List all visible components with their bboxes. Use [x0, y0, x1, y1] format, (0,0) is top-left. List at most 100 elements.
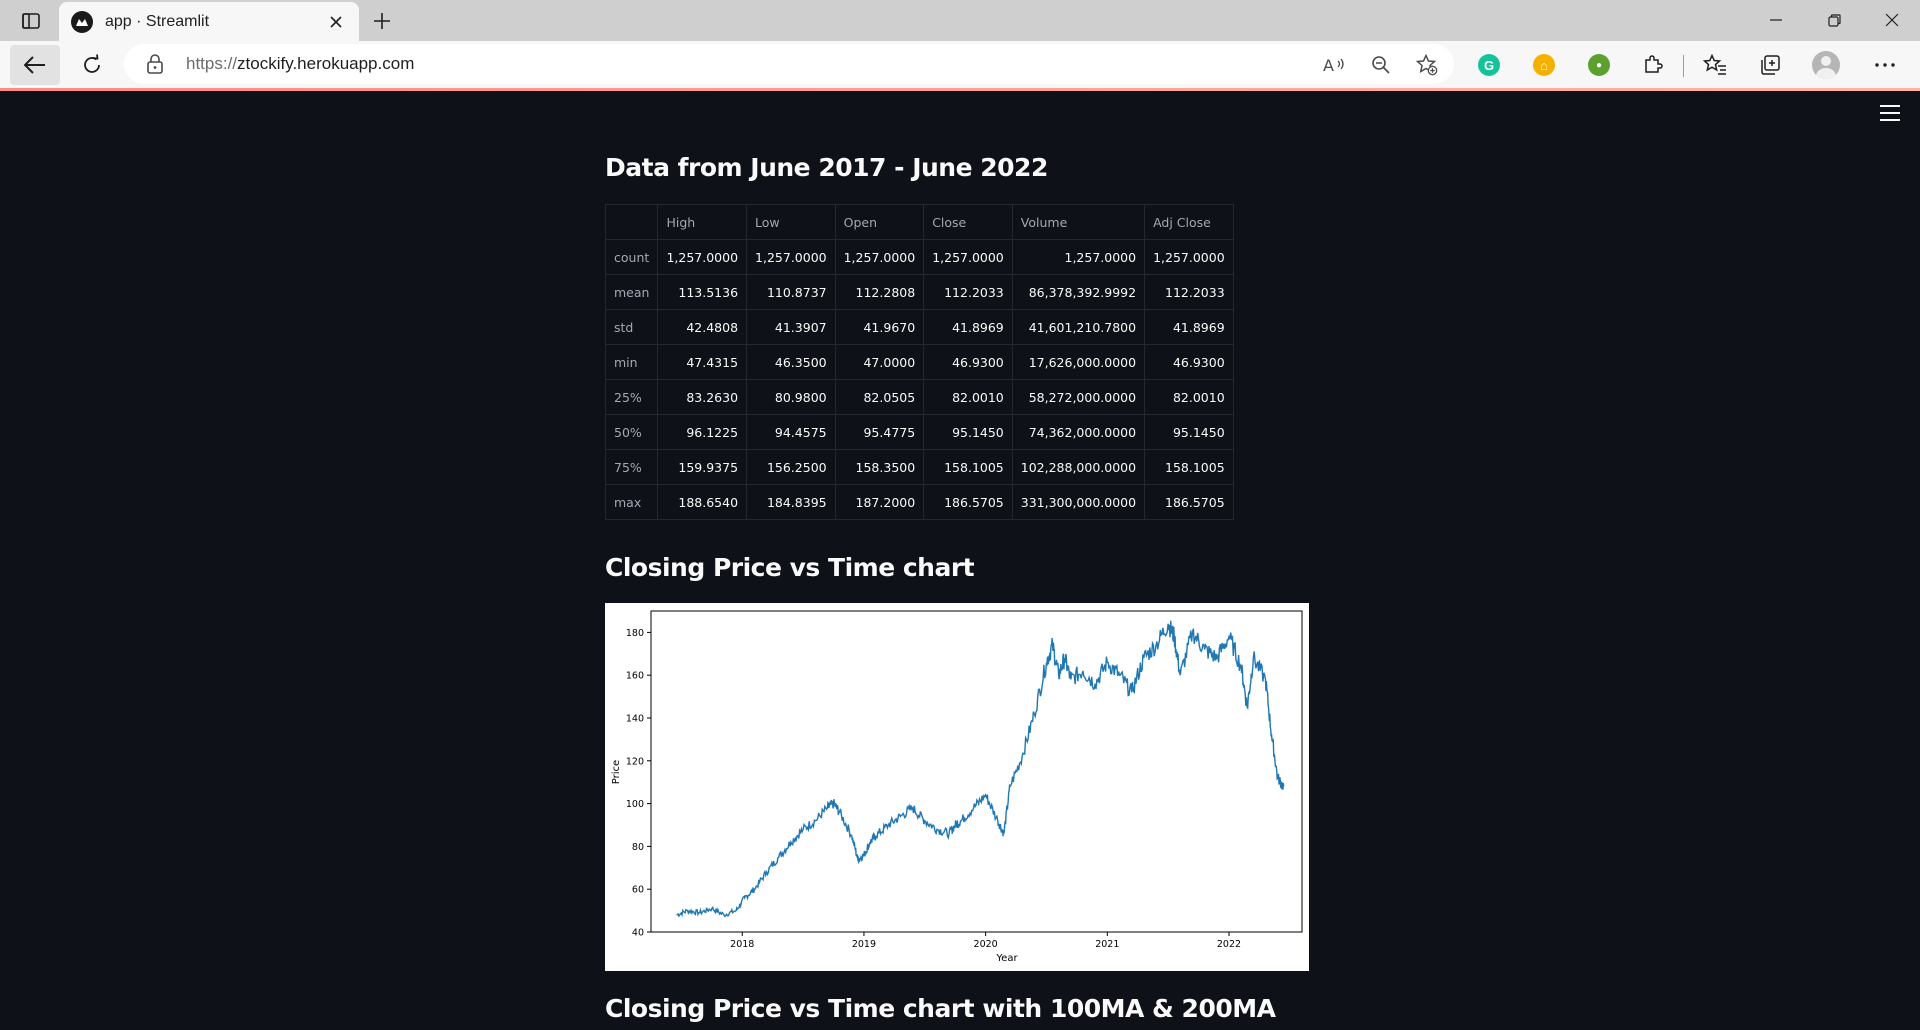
table-row: 75% 159.9375 156.2500 158.3500 158.1005 102,2…	[604, 449, 1234, 485]
column-header[interactable]: Open	[834, 204, 925, 240]
x-tick-label: 2022	[1217, 939, 1241, 950]
menu-line	[1880, 105, 1900, 107]
table-cell: 186.5705	[923, 484, 1013, 520]
table-cell: 46.9300	[1144, 344, 1234, 380]
minimize-window-icon[interactable]	[1748, 0, 1804, 40]
page-load-bar	[0, 88, 1920, 91]
close-window-icon[interactable]	[1864, 0, 1920, 40]
table-cell: 86,378,392.9992	[1011, 274, 1146, 310]
table-cell: 112.2033	[1144, 274, 1234, 310]
row-index-label: count	[604, 239, 659, 275]
y-axis: 40 60 80 100 120 140 160 180	[626, 628, 651, 939]
x-tick-label: 2019	[852, 939, 876, 950]
y-tick-label: 40	[632, 928, 644, 939]
table-row: count 1,257.0000 1,257.0000 1,257.0000 1,257…	[604, 239, 1234, 275]
address-bar[interactable]: https://ztockify.herokuapp.com A	[124, 44, 1454, 84]
table-cell: 186.5705	[1144, 484, 1234, 520]
y-tick-label: 120	[626, 756, 644, 767]
column-header[interactable]: Adj Close	[1144, 204, 1234, 240]
extensions-puzzle-icon[interactable]	[1638, 50, 1668, 80]
column-header[interactable]	[604, 204, 659, 240]
table-cell: 112.2808	[834, 274, 925, 310]
url-host: ztockify.herokuapp.com	[237, 54, 415, 73]
x-axis-label: Year	[995, 953, 1018, 964]
favorites-icon[interactable]	[1700, 50, 1730, 80]
table-cell: 41.8969	[1144, 309, 1234, 345]
green-extension-icon[interactable]: ●	[1584, 50, 1614, 80]
table-cell: 58,272,000.0000	[1011, 379, 1146, 415]
table-row: max 188.6540 184.8395 187.2000 186.5705 331,3…	[604, 484, 1234, 520]
url-text[interactable]: https://ztockify.herokuapp.com	[186, 54, 414, 74]
table-cell: 83.2630	[657, 379, 748, 415]
row-index-label: 25%	[604, 379, 659, 415]
table-cell: 112.2033	[923, 274, 1013, 310]
collections-icon[interactable]	[1755, 50, 1785, 80]
table-cell: 47.0000	[834, 344, 925, 380]
svg-text:A: A	[1323, 56, 1334, 75]
settings-more-icon[interactable]	[1870, 50, 1900, 80]
add-favorite-icon[interactable]	[1414, 52, 1440, 78]
table-cell: 95.4775	[834, 414, 925, 450]
table-row: min 47.4315 46.3500 47.0000 46.9300 17,626,00…	[604, 344, 1234, 380]
table-cell: 94.4575	[746, 414, 836, 450]
row-index-label: min	[604, 344, 659, 380]
row-index-label: mean	[604, 274, 659, 310]
profile-avatar[interactable]	[1811, 50, 1841, 80]
browser-toolbar: https://ztockify.herokuapp.com A G ⌂ ●	[0, 41, 1920, 88]
y-axis-label: Price	[611, 760, 622, 784]
table-row: 50% 96.1225 94.4575 95.4775 95.1450 74,362,00…	[604, 414, 1234, 450]
x-tick-label: 2021	[1095, 939, 1119, 950]
green-extension-badge: ●	[1588, 54, 1610, 76]
back-icon[interactable]	[10, 45, 60, 85]
column-header[interactable]: Close	[923, 204, 1013, 240]
x-tick-label: 2018	[730, 939, 754, 950]
table-cell: 158.1005	[923, 449, 1013, 485]
describe-table: High Low Open Close Volume Adj Close cou…	[604, 204, 1234, 520]
home-extension-badge: ⌂	[1533, 54, 1555, 76]
main-menu-icon[interactable]	[1880, 105, 1900, 121]
table-cell: 1,257.0000	[1011, 239, 1146, 275]
grammarly-extension-icon[interactable]: G	[1474, 50, 1504, 80]
home-extension-icon[interactable]: ⌂	[1529, 50, 1559, 80]
y-tick-label: 180	[626, 628, 644, 639]
table-cell: 17,626,000.0000	[1011, 344, 1146, 380]
table-cell: 41.8969	[923, 309, 1013, 345]
read-aloud-icon[interactable]: A	[1322, 52, 1348, 78]
avatar	[1812, 51, 1840, 79]
table-cell: 41.3907	[746, 309, 836, 345]
browser-tab-active[interactable]: app · Streamlit	[59, 2, 359, 41]
tab-actions-icon[interactable]	[14, 7, 48, 35]
x-tick-label: 2020	[974, 939, 998, 950]
restore-window-icon[interactable]	[1806, 0, 1862, 40]
browser-tabstrip: app · Streamlit	[0, 0, 1920, 41]
column-header[interactable]: Low	[746, 204, 836, 240]
zoom-out-icon[interactable]	[1368, 52, 1394, 78]
closing-price-chart-svg: 406080100120140160180 2018 2019 2020 2021 20…	[611, 610, 1303, 964]
table-cell: 331,300,000.0000	[1011, 484, 1146, 520]
table-cell: 42.4808	[657, 309, 748, 345]
table-cell: 41.9670	[834, 309, 925, 345]
table-header-row: High Low Open Close Volume Adj Close	[604, 204, 1234, 240]
new-tab-icon[interactable]	[366, 5, 398, 37]
table-cell: 1,257.0000	[657, 239, 748, 275]
column-header[interactable]: High	[657, 204, 748, 240]
table-cell: 187.2000	[834, 484, 925, 520]
close-tab-icon[interactable]	[325, 11, 347, 33]
menu-line	[1880, 112, 1900, 114]
menu-line	[1880, 119, 1900, 121]
section-title-data: Data from June 2017 - June 2022	[605, 153, 1048, 182]
reload-icon[interactable]	[72, 45, 112, 85]
table-cell: 1,257.0000	[923, 239, 1013, 275]
table-row: mean 113.5136 110.8737 112.2808 112.2033 86,3…	[604, 274, 1234, 310]
row-index-label: max	[604, 484, 659, 520]
lock-icon[interactable]	[146, 54, 166, 74]
y-tick-label: 80	[632, 842, 644, 853]
table-cell: 82.0505	[834, 379, 925, 415]
table-row: std 42.4808 41.3907 41.9670 41.8969 41,601,21…	[604, 309, 1234, 345]
table-cell: 102,288,000.0000	[1011, 449, 1146, 485]
table-cell: 113.5136	[657, 274, 748, 310]
column-header[interactable]: Volume	[1011, 204, 1146, 240]
table-cell: 95.1450	[1144, 414, 1234, 450]
table-cell: 110.8737	[746, 274, 836, 310]
section-title-ma-chart: Closing Price vs Time chart with 100MA &…	[605, 994, 1276, 1023]
